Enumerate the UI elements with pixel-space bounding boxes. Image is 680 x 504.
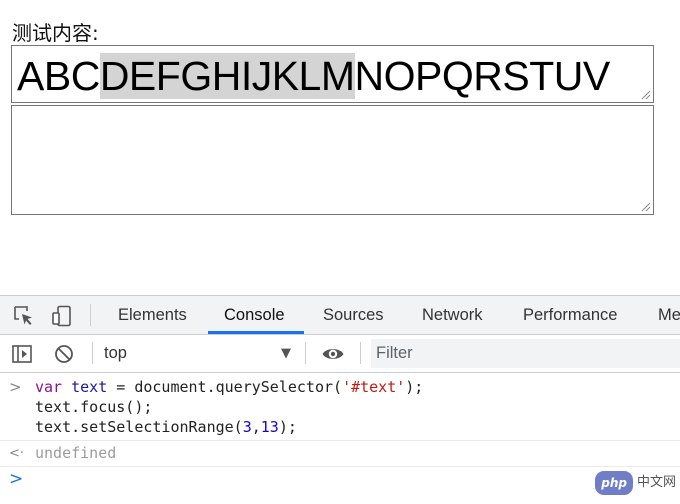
show-sidebar-icon[interactable] [11, 343, 33, 365]
code-number: 13 [260, 418, 279, 436]
code-text: = document.querySelector( [107, 378, 343, 396]
tab-network[interactable]: Network [422, 296, 483, 334]
code-text: , [251, 418, 261, 436]
code-text: ); [278, 418, 297, 436]
device-toolbar-icon[interactable] [51, 305, 73, 327]
toolbar-separator [92, 342, 93, 364]
console-divider [0, 440, 680, 441]
watermark: php 中文网 [595, 471, 676, 495]
text-after-selection: NOPQRSTUV [354, 53, 611, 99]
code-text: text.setSelectionRange( [35, 418, 243, 436]
code-number: 3 [242, 418, 252, 436]
console-output: > var text = document.querySelector('#te… [0, 373, 680, 504]
devtools-panel: Elements Console Sources Network Perform… [0, 295, 680, 504]
context-selector[interactable]: top [104, 335, 127, 372]
active-tab-indicator [208, 331, 304, 334]
toolbar-separator [360, 342, 361, 364]
page-label: 测试内容: [12, 21, 99, 45]
console-input-line: text.setSelectionRange(3,13); [35, 417, 297, 437]
text-before-selection: ABC [17, 53, 100, 99]
watermark-text: 中文网 [636, 475, 676, 490]
toolbar-separator [305, 342, 306, 364]
tab-performance[interactable]: Performance [523, 296, 617, 334]
console-input-line: var text = document.querySelector('#text… [35, 377, 423, 397]
resize-grip-icon[interactable] [641, 90, 651, 100]
console-prompt[interactable]: > [9, 469, 23, 489]
console-toolbar: top ▼ [0, 335, 680, 373]
watermark-badge: php [595, 471, 633, 495]
test-textarea[interactable]: ABCDEFGHIJKLMNOPQRSTUV [11, 45, 654, 103]
tab-elements[interactable]: Elements [118, 296, 187, 334]
console-input-line: text.focus(); [35, 398, 153, 416]
devtools-tabbar: Elements Console Sources Network Perform… [0, 296, 680, 335]
resize-grip-icon[interactable] [641, 202, 651, 212]
chevron-down-icon[interactable]: ▼ [281, 344, 291, 364]
output-marker: <· [9, 446, 25, 461]
console-divider [0, 466, 680, 467]
second-textarea[interactable] [11, 105, 654, 215]
code-string: '#text' [342, 378, 406, 396]
eye-icon[interactable] [321, 343, 345, 365]
tab-memory[interactable]: Me [658, 296, 680, 334]
clear-console-icon[interactable] [53, 343, 75, 365]
selected-text: DEFGHIJKLM [99, 53, 355, 99]
console-result: undefined [35, 444, 117, 462]
toolbar-separator [90, 304, 91, 326]
textarea-text: ABCDEFGHIJKLMNOPQRSTUV [17, 50, 610, 102]
inspect-element-icon[interactable] [13, 305, 35, 327]
input-marker: > [9, 378, 22, 396]
filter-input[interactable] [371, 339, 680, 368]
code-text: ); [405, 378, 424, 396]
code-keyword: var [35, 378, 63, 396]
tab-console[interactable]: Console [224, 296, 285, 334]
tab-sources[interactable]: Sources [323, 296, 384, 334]
code-variable: text [71, 378, 108, 396]
